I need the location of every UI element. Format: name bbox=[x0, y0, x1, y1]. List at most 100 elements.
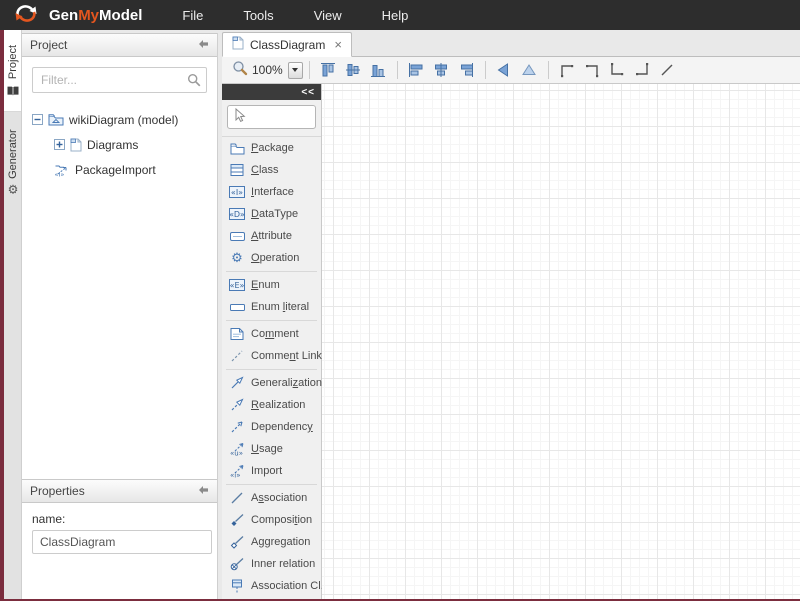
palette-item-comment[interactable]: Comment bbox=[222, 323, 321, 345]
tab-close-icon[interactable]: × bbox=[334, 37, 342, 52]
association-icon bbox=[229, 490, 245, 506]
expand-plus-expander[interactable] bbox=[54, 139, 65, 150]
palette-item-label: Generalization bbox=[251, 377, 322, 389]
palette-item-composition[interactable]: Composition bbox=[222, 509, 321, 531]
project-panel-header: Project bbox=[22, 33, 217, 57]
collapse-left-arrow-icon[interactable] bbox=[198, 38, 209, 52]
palette-item-attribute[interactable]: Attribute bbox=[222, 225, 321, 247]
palette-item-label: Dependency bbox=[251, 421, 313, 433]
collapse-minus-expander[interactable] bbox=[32, 114, 43, 125]
palette-item-generalization[interactable]: Generalization bbox=[222, 372, 321, 394]
brand-text: GenMyModel bbox=[49, 7, 142, 24]
palette-item-realization[interactable]: Realization bbox=[222, 394, 321, 416]
flip-vertical-button[interactable] bbox=[517, 59, 542, 81]
filter-input[interactable] bbox=[32, 67, 207, 93]
left-panel-column: Project wi bbox=[22, 33, 218, 599]
name-field[interactable] bbox=[32, 530, 212, 554]
palette-separator bbox=[226, 320, 317, 321]
palette-item-dependency[interactable]: Dependency bbox=[222, 416, 321, 438]
palette-item-interface[interactable]: «I» Interface bbox=[222, 181, 321, 203]
tree-item-packageimport[interactable]: «I» PackageImport bbox=[32, 157, 207, 182]
palette-separator bbox=[226, 271, 317, 272]
datatype-icon: «D» bbox=[229, 206, 245, 222]
menu-view[interactable]: View bbox=[314, 8, 342, 23]
project-panel-body: wikiDiagram (model) Diagrams «I» Package bbox=[22, 57, 217, 479]
tab-classdiagram[interactable]: ClassDiagram × bbox=[222, 32, 352, 57]
align-bottom-button[interactable] bbox=[366, 59, 391, 81]
palette-item-label: Attribute bbox=[251, 230, 292, 242]
palette-item-datatype[interactable]: «D» DataType bbox=[222, 203, 321, 225]
menubar: GenMyModel File Tools View Help bbox=[0, 0, 800, 30]
connector-corner-down-right-button[interactable] bbox=[605, 59, 630, 81]
book-icon bbox=[6, 84, 19, 96]
palette-item-label: Inner relation bbox=[251, 558, 315, 570]
svg-text:«D»: «D» bbox=[229, 210, 245, 219]
palette-item-label: Usage bbox=[251, 443, 283, 455]
menu-help[interactable]: Help bbox=[382, 8, 409, 23]
connector-corner-up-right-button[interactable] bbox=[555, 59, 580, 81]
realization-icon bbox=[229, 397, 245, 413]
tree-item-model[interactable]: wikiDiagram (model) bbox=[32, 107, 207, 132]
align-top-button[interactable] bbox=[316, 59, 341, 81]
palette-item-association-class[interactable]: Association Cl... bbox=[222, 575, 321, 597]
collapse-left-arrow-icon[interactable] bbox=[198, 484, 209, 498]
properties-panel-header: Properties bbox=[22, 479, 217, 503]
sidebar-tab-project[interactable]: Project bbox=[4, 30, 21, 112]
package-import-icon: «I» bbox=[54, 163, 70, 177]
connector-corner-right-up-button[interactable] bbox=[630, 59, 655, 81]
palette-collapse-button[interactable]: << bbox=[222, 84, 321, 100]
palette-item-inner-relation[interactable]: Inner relation bbox=[222, 553, 321, 575]
palette-item-aggregation[interactable]: Aggregation bbox=[222, 531, 321, 553]
properties-panel-title: Properties bbox=[30, 484, 85, 498]
diagram-editor: ClassDiagram × 100% bbox=[222, 30, 800, 599]
cursor-arrow-icon bbox=[232, 107, 246, 128]
association-class-icon bbox=[229, 578, 245, 594]
palette-item-label: DataType bbox=[251, 208, 298, 220]
align-center-button[interactable] bbox=[429, 59, 454, 81]
connector-corner-right-down-button[interactable] bbox=[580, 59, 605, 81]
menu-file[interactable]: File bbox=[182, 8, 203, 23]
comment-link-icon bbox=[229, 348, 245, 364]
pointer-tool[interactable] bbox=[227, 105, 316, 129]
connector-straight-button[interactable] bbox=[655, 59, 680, 81]
dependency-icon bbox=[229, 419, 245, 435]
menu-tools[interactable]: Tools bbox=[243, 8, 273, 23]
palette-item-label: Composition bbox=[251, 514, 312, 526]
palette-item-usage[interactable]: «u» Usage bbox=[222, 438, 321, 460]
palette-item-operation[interactable]: ⚙ Operation bbox=[222, 247, 321, 269]
diagram-page-icon bbox=[70, 138, 82, 152]
palette-item-class[interactable]: Class bbox=[222, 159, 321, 181]
flip-horizontal-button[interactable] bbox=[492, 59, 517, 81]
aggregation-icon bbox=[229, 534, 245, 550]
palette-item-import[interactable]: «i» Import bbox=[222, 460, 321, 482]
svg-text:«E»: «E» bbox=[230, 281, 245, 290]
align-left-button[interactable] bbox=[404, 59, 429, 81]
name-field-label: name: bbox=[32, 512, 65, 526]
enum-icon: «E» bbox=[229, 277, 245, 293]
package-icon bbox=[229, 140, 245, 156]
enum-literal-icon bbox=[229, 299, 245, 315]
align-right-button[interactable] bbox=[454, 59, 479, 81]
palette-item-label: Operation bbox=[251, 252, 299, 264]
model-folder-icon bbox=[48, 113, 64, 126]
gear-icon: ⚙ bbox=[7, 183, 18, 195]
attribute-icon bbox=[229, 228, 245, 244]
zoom-dropdown-button[interactable] bbox=[288, 62, 303, 79]
palette-item-label: Package bbox=[251, 142, 294, 154]
tree-item-diagrams[interactable]: Diagrams bbox=[32, 132, 207, 157]
align-middle-button[interactable] bbox=[341, 59, 366, 81]
palette-item-enum-literal[interactable]: Enum literal bbox=[222, 296, 321, 318]
palette-item-label: Interface bbox=[251, 186, 294, 198]
sidebar-tab-generator[interactable]: ⚙Generator bbox=[4, 112, 21, 212]
palette-item-label: Realization bbox=[251, 399, 305, 411]
palette-item-comment-link[interactable]: Comment Link bbox=[222, 345, 321, 367]
properties-panel-body: name: bbox=[22, 503, 217, 599]
editor-toolbar: 100% bbox=[222, 57, 800, 84]
palette-item-enum[interactable]: «E» Enum bbox=[222, 274, 321, 296]
palette-item-package[interactable]: Package bbox=[222, 137, 321, 159]
palette-item-association[interactable]: Association bbox=[222, 487, 321, 509]
diagram-canvas[interactable] bbox=[322, 84, 800, 599]
sidebar-tab-project-label: Project bbox=[7, 44, 19, 78]
genmymodel-app: GenMyModel File Tools View Help Project … bbox=[0, 0, 800, 601]
cloud-logo-icon bbox=[10, 2, 42, 29]
